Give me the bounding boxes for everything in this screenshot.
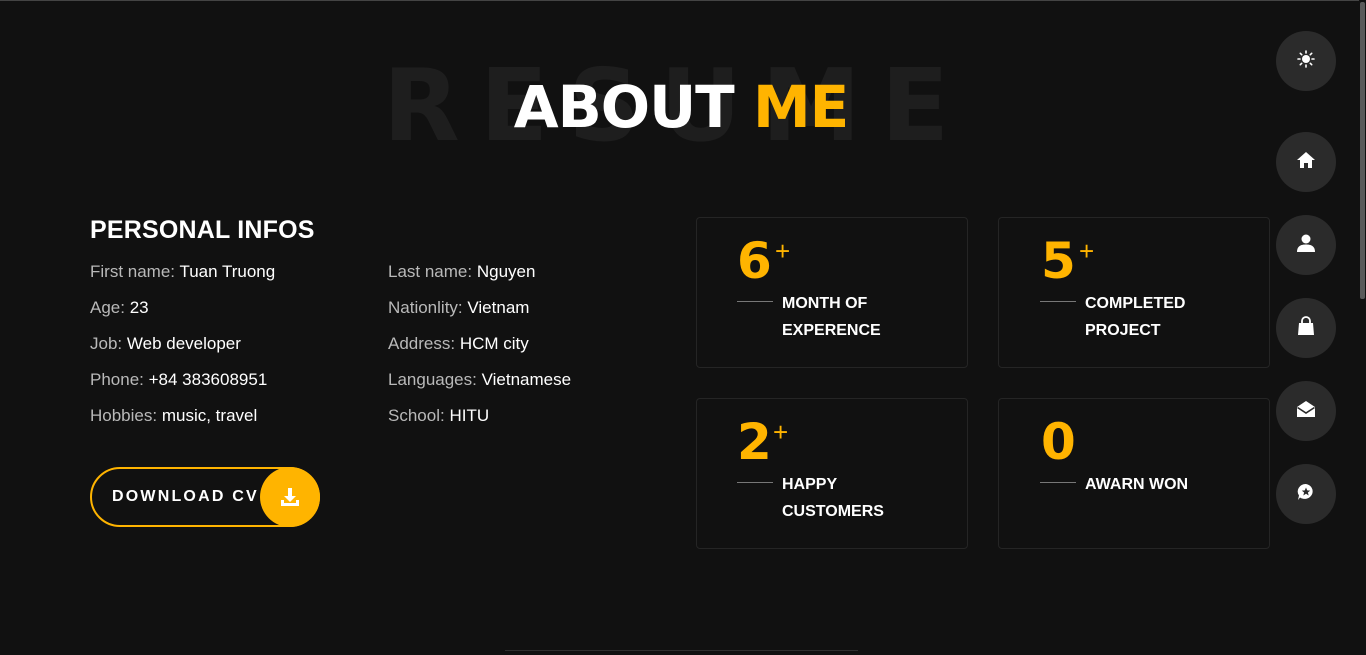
download-cv-label: DOWNLOAD CV: [112, 488, 259, 505]
stat-card-experience: 6 + MONTH OF EXPERENCE: [696, 217, 968, 368]
personal-infos-heading: PERSONAL INFOS: [90, 216, 315, 244]
info-phone: Phone: +84 383608951: [90, 370, 268, 389]
user-icon: [1296, 233, 1316, 258]
stat-rule: [1040, 301, 1076, 302]
stat-label: HAPPY CUSTOMERS: [782, 476, 884, 520]
nav-about-button[interactable]: [1276, 215, 1336, 275]
stat-label: MONTH OF EXPERENCE: [782, 295, 881, 339]
nav-portfolio-button[interactable]: [1276, 298, 1336, 358]
page-scrollbar[interactable]: [1359, 0, 1366, 655]
download-icon: [260, 467, 320, 527]
info-languages: Languages: Vietnamese: [388, 370, 572, 389]
scrollbar-thumb[interactable]: [1360, 2, 1365, 299]
stat-plus: +: [1079, 236, 1095, 266]
stat-number: 6: [737, 232, 772, 290]
download-cv-button[interactable]: DOWNLOAD CV: [90, 467, 320, 527]
stat-rule: [1040, 482, 1076, 483]
nav-home-button[interactable]: [1276, 132, 1336, 192]
about-page: RESUME ABOUT ME PERSONAL INFOS First nam…: [0, 0, 1366, 655]
chat-star-icon: [1296, 482, 1316, 507]
nav-blog-button[interactable]: [1276, 464, 1336, 524]
shopping-bag-icon: [1297, 315, 1315, 341]
section-divider: [505, 650, 858, 651]
title-accent: ME: [752, 73, 849, 141]
info-hobbies: Hobbies: music, travel: [90, 406, 258, 425]
nav-contact-button[interactable]: [1276, 381, 1336, 441]
info-address: Address: HCM city: [388, 334, 529, 353]
personal-info-left: First name: Tuan Truong Age: 23 Job: Web…: [90, 262, 275, 442]
stat-card-customers: 2 + HAPPY CUSTOMERS: [696, 398, 968, 549]
info-school: School: HITU: [388, 406, 490, 425]
personal-info-right: Last name: Nguyen Nationlity: Vietnam Ad…: [388, 262, 571, 442]
stat-rule: [737, 482, 773, 483]
info-age: Age: 23: [90, 298, 149, 317]
stat-label: COMPLETED PROJECT: [1085, 295, 1186, 339]
stat-card-awards: 0 AWARN WON: [998, 398, 1270, 549]
stat-number: 2: [737, 413, 772, 471]
stat-card-projects: 5 + COMPLETED PROJECT: [998, 217, 1270, 368]
home-icon: [1296, 151, 1316, 174]
info-last-name: Last name: Nguyen: [388, 262, 536, 281]
sun-icon: [1297, 49, 1315, 73]
stat-rule: [737, 301, 773, 302]
page-title: ABOUT ME: [0, 78, 1362, 136]
info-job: Job: Web developer: [90, 334, 241, 353]
stat-plus: +: [775, 236, 791, 266]
stat-plus: +: [773, 417, 789, 447]
info-first-name: First name: Tuan Truong: [90, 262, 276, 281]
stat-label: AWARN WON: [1085, 476, 1189, 493]
title-main: ABOUT: [513, 73, 735, 141]
info-nationality: Nationlity: Vietnam: [388, 298, 530, 317]
stat-number: 0: [1041, 413, 1076, 471]
top-border: [0, 0, 1366, 1]
stat-number: 5: [1041, 232, 1076, 290]
envelope-open-icon: [1296, 399, 1316, 424]
theme-toggle-button[interactable]: [1276, 31, 1336, 91]
